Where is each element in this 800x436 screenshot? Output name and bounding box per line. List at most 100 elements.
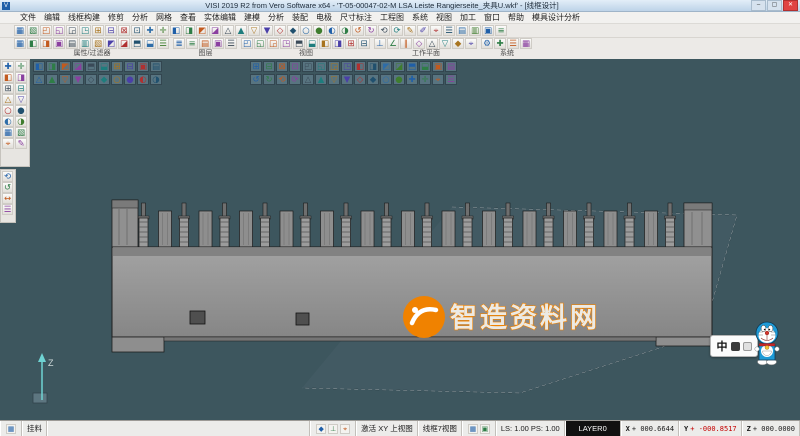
- tool-icon[interactable]: ⊞: [111, 61, 123, 72]
- tool-icon[interactable]: ◆: [287, 25, 299, 36]
- menu-item[interactable]: 查看: [176, 12, 200, 23]
- tool-icon[interactable]: ✎: [404, 25, 416, 36]
- menu-item[interactable]: 系统: [408, 12, 432, 23]
- tool-icon[interactable]: ⬓: [419, 61, 431, 72]
- tool-icon[interactable]: ✎: [15, 138, 27, 149]
- menu-item[interactable]: 视图: [432, 12, 456, 23]
- tool-icon[interactable]: ▲: [235, 25, 247, 36]
- tool-icon[interactable]: ◨: [15, 72, 27, 83]
- tool-icon[interactable]: ⊟: [15, 83, 27, 94]
- tool-icon[interactable]: ◰: [302, 61, 314, 72]
- tool-icon[interactable]: ↔: [2, 193, 13, 204]
- status-active-view[interactable]: 激活 XY 上视图: [356, 421, 418, 436]
- tool-icon[interactable]: ▤: [456, 25, 468, 36]
- tool-icon[interactable]: ▣: [212, 38, 224, 49]
- tool-icon[interactable]: ⊥: [374, 38, 386, 49]
- tool-icon[interactable]: ▧: [27, 25, 39, 36]
- tool-icon[interactable]: ✐: [417, 25, 429, 36]
- minimize-button[interactable]: –: [751, 0, 766, 11]
- tool-icon[interactable]: ⬒: [406, 61, 418, 72]
- tool-icon[interactable]: ⊡: [131, 25, 143, 36]
- tool-icon[interactable]: ◆: [452, 38, 464, 49]
- tool-icon[interactable]: ◨: [183, 25, 195, 36]
- tool-icon[interactable]: ⟳: [391, 25, 403, 36]
- tool-icon[interactable]: ⊞: [250, 61, 262, 72]
- tool-icon[interactable]: ◑: [150, 74, 162, 85]
- tool-icon[interactable]: ⬒: [131, 38, 143, 49]
- menu-item[interactable]: 网格: [152, 12, 176, 23]
- tool-icon[interactable]: ▤: [199, 38, 211, 49]
- tool-icon[interactable]: ⌖: [340, 424, 350, 434]
- tool-icon[interactable]: ↻: [263, 74, 275, 85]
- menu-item[interactable]: 尺寸标注: [336, 12, 376, 23]
- status-layer[interactable]: LAYER0: [565, 421, 621, 436]
- tool-icon[interactable]: ▧: [15, 127, 27, 138]
- tool-icon[interactable]: △: [222, 25, 234, 36]
- tool-icon[interactable]: ▥: [79, 38, 91, 49]
- tool-icon[interactable]: ↺: [2, 182, 13, 193]
- tool-icon[interactable]: ⊟: [263, 61, 275, 72]
- tool-icon[interactable]: ⬓: [306, 38, 318, 49]
- tool-icon[interactable]: ●: [124, 74, 136, 85]
- menu-item[interactable]: 修剪: [104, 12, 128, 23]
- tool-icon[interactable]: ▦: [520, 38, 532, 49]
- tool-icon[interactable]: ∥: [400, 38, 412, 49]
- tool-icon[interactable]: ▣: [480, 424, 490, 434]
- tool-icon[interactable]: ◲: [66, 25, 78, 36]
- tool-icon[interactable]: ↻: [365, 25, 377, 36]
- menu-item[interactable]: 建模: [240, 12, 264, 23]
- tool-icon[interactable]: ▲: [46, 74, 58, 85]
- menu-item[interactable]: 分析: [264, 12, 288, 23]
- tool-icon[interactable]: △: [33, 74, 45, 85]
- tool-icon[interactable]: ◪: [393, 61, 405, 72]
- tool-icon[interactable]: ▽: [439, 38, 451, 49]
- tool-icon[interactable]: ▥: [469, 25, 481, 36]
- tool-icon[interactable]: ▼: [341, 74, 353, 85]
- tool-icon[interactable]: ◪: [118, 38, 130, 49]
- ime-language-indicator[interactable]: 中: [717, 338, 728, 354]
- tool-icon[interactable]: ≡: [495, 25, 507, 36]
- tool-icon[interactable]: ☰: [157, 38, 169, 49]
- tool-icon[interactable]: △: [426, 38, 438, 49]
- tool-icon[interactable]: ▽: [328, 74, 340, 85]
- tool-icon[interactable]: ⌖: [2, 138, 14, 149]
- menu-item[interactable]: 模具设计分析: [528, 12, 584, 23]
- tool-icon[interactable]: ⚙: [481, 38, 493, 49]
- tool-icon[interactable]: ∠: [387, 38, 399, 49]
- tool-icon[interactable]: ⊡: [289, 61, 301, 72]
- tool-icon[interactable]: ☰: [2, 204, 13, 215]
- tool-icon[interactable]: ⟲: [378, 25, 390, 36]
- tool-icon[interactable]: ◆: [367, 74, 379, 85]
- tool-icon[interactable]: ✛: [15, 61, 27, 72]
- tool-icon[interactable]: ◩: [196, 25, 208, 36]
- tool-icon[interactable]: ⊟: [358, 38, 370, 49]
- tool-icon[interactable]: ◆: [98, 74, 110, 85]
- tool-icon[interactable]: ⊥: [328, 424, 338, 434]
- viewport-canvas[interactable]: 智造资料网 Z: [0, 59, 800, 420]
- tool-icon[interactable]: ◇: [274, 25, 286, 36]
- tool-icon[interactable]: ⟳: [289, 74, 301, 85]
- tool-icon[interactable]: ▽: [15, 94, 27, 105]
- tool-icon[interactable]: ◲: [328, 61, 340, 72]
- tool-icon[interactable]: ↺: [352, 25, 364, 36]
- tool-icon[interactable]: ◰: [241, 38, 253, 49]
- tool-icon[interactable]: ⊞: [92, 25, 104, 36]
- tool-icon[interactable]: ⟲: [2, 171, 13, 182]
- tool-icon[interactable]: ☰: [443, 25, 455, 36]
- tool-icon[interactable]: ◨: [40, 38, 52, 49]
- tool-icon[interactable]: ▤: [150, 61, 162, 72]
- ime-mode-icon[interactable]: [731, 342, 740, 351]
- tool-icon[interactable]: ☰: [445, 74, 457, 85]
- tool-icon[interactable]: ▧: [92, 38, 104, 49]
- tool-icon[interactable]: ⌖: [432, 74, 444, 85]
- tool-icon[interactable]: ⬓: [98, 61, 110, 72]
- tool-icon[interactable]: ○: [380, 74, 392, 85]
- tool-icon[interactable]: ○: [300, 25, 312, 36]
- tool-icon[interactable]: ▣: [53, 38, 65, 49]
- maximize-button[interactable]: ▢: [767, 0, 782, 11]
- tool-icon[interactable]: ⊠: [276, 61, 288, 72]
- tool-icon[interactable]: ⬓: [144, 38, 156, 49]
- tool-icon[interactable]: ○: [111, 74, 123, 85]
- tool-icon[interactable]: ◳: [341, 61, 353, 72]
- tool-icon[interactable]: ⊞: [2, 83, 14, 94]
